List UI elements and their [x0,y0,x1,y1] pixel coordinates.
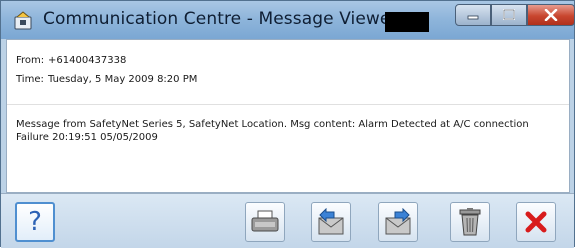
reply-button[interactable] [311,202,351,242]
toolbar: ? [1,193,574,248]
forward-button[interactable] [378,202,418,242]
title-bar[interactable]: Communication Centre - Message Viewer... [1,1,575,39]
maximize-button[interactable] [491,4,527,26]
message-viewer-window: Communication Centre - Message Viewer... [0,0,575,248]
message-panel: From: +61400437338 Time: Tuesday, 5 May … [6,39,570,193]
message-body: Message from SafetyNet Series 5, SafetyN… [16,119,529,143]
from-value: +61400437338 [48,55,127,66]
app-icon [13,11,33,31]
message-header: From: +61400437338 Time: Tuesday, 5 May … [7,40,569,105]
maximize-icon [503,9,515,20]
forward-icon [385,208,411,235]
window-title: Communication Centre - Message Viewer... [43,9,413,29]
help-icon: ? [28,207,42,237]
close-button[interactable] [516,202,556,242]
reply-icon [318,208,344,235]
time-label: Time: [16,74,44,85]
redacted-area [385,12,429,32]
print-button[interactable] [245,202,285,242]
close-window-button[interactable] [527,4,575,26]
print-icon [251,210,279,232]
minimize-button[interactable] [455,4,491,26]
close-icon [544,9,558,21]
delete-button[interactable] [450,202,490,242]
from-label: From: [16,55,45,66]
window-controls [455,4,575,28]
time-value: Tuesday, 5 May 2009 8:20 PM [48,74,198,85]
help-button[interactable]: ? [15,202,55,242]
minimize-icon [467,15,479,20]
close-icon [525,211,547,233]
delete-icon [459,208,481,236]
